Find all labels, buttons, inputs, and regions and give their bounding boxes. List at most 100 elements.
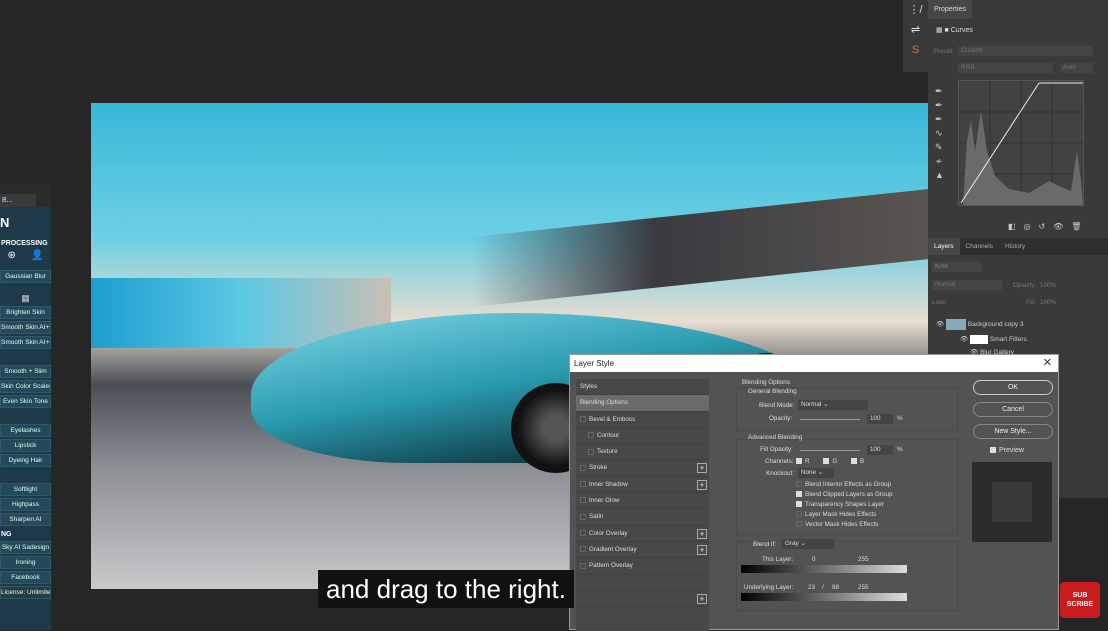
- tab-history[interactable]: History: [999, 238, 1031, 255]
- plugin-button[interactable]: Gaussian Blur: [0, 270, 51, 283]
- add-effect-icon[interactable]: +: [697, 479, 707, 490]
- trash-icon[interactable]: 🗑: [1071, 222, 1089, 231]
- style-item[interactable]: Stroke +: [576, 460, 709, 477]
- style-item[interactable]: Inner Glow: [576, 493, 709, 510]
- auto-button[interactable]: Auto: [1060, 63, 1093, 73]
- plugin-tab[interactable]: B...: [0, 194, 36, 207]
- plugin-button[interactable]: Even Skin Tone: [0, 395, 51, 408]
- plugin-button[interactable]: Highpass: [0, 498, 51, 511]
- clipping-warning-icon[interactable]: ▲: [935, 168, 944, 182]
- plugin-icon[interactable]: S: [903, 40, 928, 60]
- style-item[interactable]: Contour: [576, 428, 709, 445]
- styles-header[interactable]: Styles: [576, 379, 709, 396]
- style-checkbox[interactable]: [580, 497, 586, 504]
- style-checkbox[interactable]: [588, 432, 594, 439]
- add-effect-icon[interactable]: +: [697, 463, 707, 474]
- channel-select[interactable]: RGB: [958, 63, 1053, 73]
- ok-button[interactable]: OK: [973, 380, 1053, 395]
- fill-value[interactable]: 100%: [1040, 299, 1056, 306]
- style-item[interactable]: Texture: [576, 444, 709, 461]
- blend-option-checkbox[interactable]: Blend Clipped Layers as Group: [796, 491, 893, 501]
- view-previous-icon[interactable]: ◎: [1024, 222, 1039, 231]
- this-layer-slider[interactable]: [741, 565, 907, 573]
- smooth-icon[interactable]: ≁: [935, 154, 944, 168]
- reset-icon[interactable]: ↺: [1039, 222, 1054, 231]
- opacity-input[interactable]: 100: [867, 414, 893, 424]
- visibility-icon[interactable]: 👁: [1053, 222, 1071, 231]
- channel-g[interactable]: G: [832, 458, 837, 465]
- plugin-button[interactable]: Facebook: [0, 571, 51, 584]
- channel-b[interactable]: B: [860, 458, 864, 465]
- style-checkbox[interactable]: [588, 448, 594, 455]
- style-item[interactable]: Color Overlay +: [576, 526, 709, 542]
- brush-settings-icon[interactable]: ⋮/: [903, 0, 928, 20]
- style-item[interactable]: Satin: [576, 509, 709, 526]
- channels-checkboxes[interactable]: R G B: [796, 458, 864, 465]
- style-item[interactable]: Blending Options: [576, 395, 709, 412]
- opacity-value[interactable]: 100%: [1040, 282, 1056, 289]
- plugin-button[interactable]: Eyelashes: [0, 424, 51, 437]
- plugin-button[interactable]: Dyeing Hair: [0, 454, 51, 467]
- style-item[interactable]: Pattern Overlay: [576, 558, 709, 575]
- layer-row[interactable]: 👁 Background copy 3: [928, 315, 1098, 333]
- tab-properties[interactable]: Properties: [928, 0, 972, 19]
- curve-point-icon[interactable]: ∿: [935, 126, 944, 140]
- knockout-select[interactable]: None ⌄: [798, 468, 834, 478]
- style-checkbox[interactable]: [580, 513, 586, 520]
- style-item[interactable]: [576, 575, 709, 591]
- clip-icon[interactable]: ◧: [1008, 222, 1024, 231]
- blend-option-checkbox[interactable]: Blend Interior Effects as Group: [796, 481, 893, 491]
- add-effect-icon[interactable]: +: [697, 544, 707, 555]
- blend-if-select[interactable]: Gray ⌄: [782, 539, 834, 549]
- add-effect-icon[interactable]: +: [697, 593, 707, 604]
- underlying-layer-slider[interactable]: [741, 593, 907, 601]
- style-checkbox[interactable]: [580, 415, 586, 422]
- blend-option-checkbox[interactable]: Transparency Shapes Layer: [796, 501, 893, 511]
- tab-layers[interactable]: Layers: [928, 238, 960, 255]
- blend-mode-select[interactable]: Normal ⌄: [798, 400, 868, 410]
- style-checkbox[interactable]: [580, 530, 586, 536]
- plugin-button[interactable]: Lipstick: [0, 439, 51, 452]
- style-item[interactable]: Bevel & Emboss: [576, 412, 709, 428]
- channel-r[interactable]: R: [805, 458, 810, 465]
- plugin-button[interactable]: Sharpen AI: [0, 513, 51, 526]
- curves-graph[interactable]: [958, 80, 1084, 206]
- preview-checkbox[interactable]: Preview: [990, 447, 1024, 454]
- plugin-button[interactable]: Softlight: [0, 483, 51, 496]
- eyedropper-gray-icon[interactable]: ✒: [935, 98, 944, 112]
- tab-channels[interactable]: Channels: [960, 238, 999, 255]
- style-checkbox[interactable]: [580, 546, 586, 553]
- plugin-button[interactable]: Brighten Skin: [0, 306, 51, 319]
- plugin-button[interactable]: Smooth Skin AI+++: [0, 336, 51, 349]
- new-style-button[interactable]: New Style...: [973, 424, 1053, 439]
- style-checkbox[interactable]: [580, 562, 586, 569]
- channels-icon[interactable]: ⊛: [8, 250, 16, 268]
- plugin-button[interactable]: Smooth + Slim: [0, 365, 51, 378]
- fill-opacity-slider[interactable]: [800, 450, 860, 451]
- blend-option-checkbox[interactable]: Layer Mask Hides Effects: [796, 511, 893, 521]
- pencil-icon[interactable]: ✎: [935, 140, 944, 154]
- plugin-button[interactable]: Ironing: [0, 556, 51, 569]
- add-effect-icon[interactable]: +: [697, 528, 707, 539]
- blend-option-checkbox[interactable]: Vector Mask Hides Effects: [796, 521, 893, 531]
- person-icon[interactable]: 👤: [31, 250, 43, 268]
- style-checkbox[interactable]: [580, 481, 586, 488]
- plugin-button[interactable]: Sky AI Sadesign: [0, 541, 51, 554]
- style-item[interactable]: +: [576, 591, 709, 608]
- style-checkbox[interactable]: [580, 464, 586, 471]
- blend-mode-select[interactable]: Normal: [932, 280, 1002, 290]
- opacity-slider[interactable]: [800, 419, 860, 420]
- plugin-button[interactable]: Smooth Skin AI++: [0, 321, 51, 334]
- kind-filter[interactable]: Kind: [932, 262, 982, 272]
- fill-opacity-input[interactable]: 100: [867, 445, 893, 455]
- adjustments-icon[interactable]: ⇌: [903, 20, 928, 40]
- plugin-button[interactable]: Skin Color Scales: [0, 380, 51, 393]
- eyedropper-white-icon[interactable]: ✒: [935, 112, 944, 126]
- smart-filters-row[interactable]: 👁 Smart Filters: [928, 333, 1098, 346]
- style-item[interactable]: Inner Shadow +: [576, 477, 709, 494]
- close-icon[interactable]: ✕: [1043, 355, 1052, 372]
- subscribe-badge[interactable]: SUB SCRIBE: [1060, 582, 1100, 618]
- style-item[interactable]: Gradient Overlay +: [576, 542, 709, 559]
- preset-select[interactable]: Custom: [958, 46, 1093, 56]
- eyedropper-black-icon[interactable]: ✒: [935, 84, 944, 98]
